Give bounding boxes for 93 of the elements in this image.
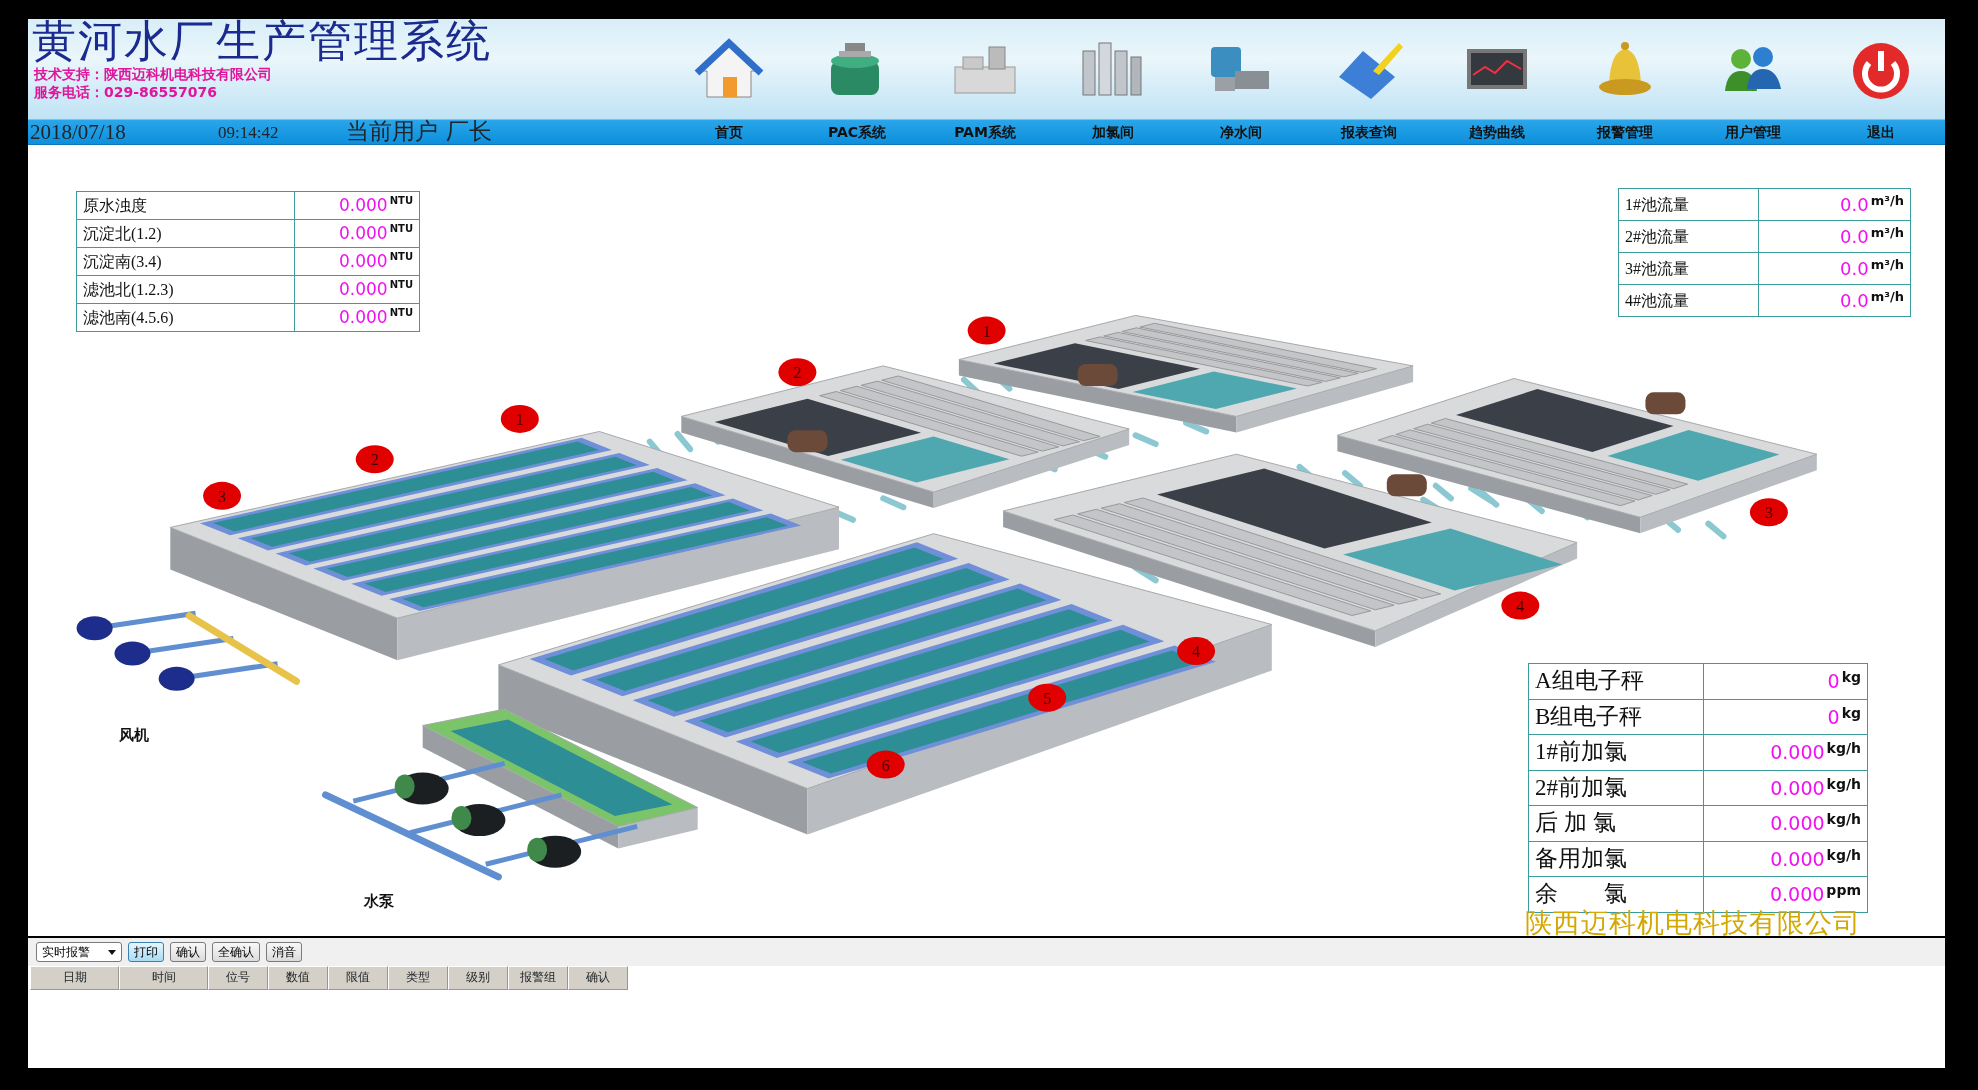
flow-label: 1#池流量 [1625,195,1689,213]
dosing-label: 余 氯 [1535,881,1627,906]
unit-text: m³/h [1870,225,1904,240]
column-header[interactable]: 确认 [568,966,628,990]
unit-text: NTU [389,278,413,290]
nav-button[interactable]: 报表查询 [1337,120,1401,145]
unit-text: NTU [389,194,413,206]
unit-text: m³/h [1870,193,1904,208]
date-text: 2018/07/18 [29,118,127,146]
turbidity-value: 0.000 [339,250,388,271]
column-header[interactable]: 报警组 [508,966,568,990]
turbidity-label: 沉淀北(1.2) [83,224,162,242]
unit-text: kg/h [1826,811,1861,827]
unit-text: kg [1841,669,1861,685]
flow-value: 0.0 [1840,194,1869,215]
column-header[interactable]: 时间 [119,966,208,990]
flow-label: 4#池流量 [1625,291,1689,309]
unit-text: kg/h [1826,846,1861,863]
dosing-value: 0.000 [1769,883,1825,905]
turbidity-label: 滤池北(1.2.3) [83,280,174,298]
number-marker: 5 [1028,683,1067,712]
number-marker: 1 [500,404,539,433]
dosing-label: 备用加氯 [1535,845,1627,871]
dosing-label: 后 加 氯 [1535,810,1616,835]
nav-button[interactable]: 加氯间 [1088,120,1138,145]
dosing-label: B组电子秤 [1535,703,1643,729]
column-header[interactable]: 数值 [268,966,328,990]
turbidity-value: 0.000 [339,278,388,299]
number-marker: 4 [1501,591,1540,620]
unit-text: ppm [1826,882,1861,898]
dosing-value: 0 [1827,670,1840,692]
flow-value: 0.0 [1840,226,1869,247]
number-marker: 3 [1749,498,1788,527]
nav-button[interactable]: 首页 [711,120,747,145]
unit-text: kg [1841,704,1861,721]
nav-button[interactable]: PAM系统 [950,120,1020,145]
pump-label: 水泵 [363,891,394,910]
turbidity-value: 0.000 [339,306,388,327]
dosing-value: 0.000 [1770,776,1825,799]
app-title: 黄河水厂生产管理系统 [31,19,493,65]
flow-value: 0.0 [1840,290,1869,311]
turbidity-value: 0.000 [339,222,388,243]
nav-button[interactable]: PAC系统 [823,120,891,145]
time-text: 09:14:42 [218,121,280,144]
phone-text: 服务电话：029-86557076 [33,83,218,101]
number-marker: 2 [778,358,817,387]
dosing-value: 0 [1827,705,1840,728]
flow-value: 0.0 [1840,258,1869,279]
column-header[interactable]: 日期 [30,966,119,990]
support-text: 技术支持：陕西迈科机电科技有限公司 [32,65,273,83]
turbidity-label: 滤池南(4.5.6) [83,308,174,326]
dosing-label: 2#前加氯 [1535,774,1627,800]
number-marker: 6 [866,750,905,779]
nav-button[interactable]: 退出 [1863,120,1899,145]
toolbar-button[interactable]: 全确认 [212,942,260,962]
unit-text: m³/h [1870,257,1904,272]
user-name: 厂长 [446,118,492,147]
number-marker: 4 [1177,637,1216,666]
nav-button[interactable]: 报警管理 [1593,120,1657,145]
alarm-mode-dropdown[interactable]: 实时报警 [36,942,122,962]
number-marker: 1 [967,316,1006,345]
dosing-value: 0.000 [1770,847,1825,870]
column-header[interactable]: 类型 [388,966,448,990]
caret-icon [108,949,116,955]
toolbar-button[interactable]: 消音 [266,942,302,962]
dosing-label: A组电子秤 [1535,668,1644,693]
turbidity-label: 沉淀南(3.4) [83,252,162,270]
dosing-value: 0.000 [1770,741,1825,763]
unit-text: NTU [389,222,413,234]
unit-text: kg/h [1826,775,1861,792]
nav-button[interactable]: 净水间 [1216,120,1266,145]
flow-label: 3#池流量 [1625,259,1689,277]
column-header[interactable]: 级别 [448,966,508,990]
number-marker: 3 [203,481,242,510]
unit-text: kg/h [1826,740,1861,756]
column-header[interactable]: 限值 [328,966,388,990]
dosing-label: 1#前加氯 [1535,739,1627,764]
nav-button[interactable]: 趋势曲线 [1465,120,1529,145]
company-name-text: 陕西迈科机电科技有限公司 [1525,907,1861,940]
unit-text: m³/h [1870,289,1904,304]
blower-label: 风机 [118,726,149,745]
unit-text: NTU [389,250,413,262]
toolbar-button[interactable]: 打印 [128,942,164,962]
user-label: 当前用户 [346,118,438,147]
column-header[interactable]: 位号 [208,966,268,990]
nav-button[interactable]: 用户管理 [1721,120,1785,145]
toolbar-button[interactable]: 确认 [170,942,206,962]
dosing-value: 0.000 [1770,812,1825,834]
flow-label: 2#池流量 [1625,227,1689,245]
turbidity-label: 原水浊度 [83,196,147,214]
number-marker: 2 [355,445,394,474]
unit-text: NTU [389,306,413,318]
turbidity-value: 0.000 [339,194,388,215]
